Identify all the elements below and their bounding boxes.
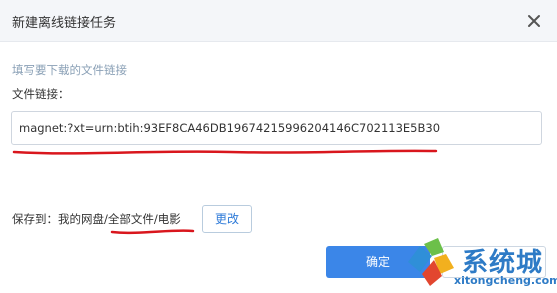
- link-hint: 填写要下载的文件链接: [12, 63, 127, 77]
- save-to-path: 我的网盘/全部文件/电影: [58, 212, 181, 226]
- dialog-title-bar: 新建离线链接任务: [0, 0, 557, 42]
- dialog-title: 新建离线链接任务: [12, 16, 117, 31]
- file-link-value: magnet:?xt=urn:btih:93EF8CA46DB196742159…: [19, 121, 441, 135]
- change-button[interactable]: 更改: [202, 205, 252, 233]
- save-to-row: 保存到：我的网盘/全部文件/电影: [12, 211, 181, 227]
- file-link-label: 文件链接：: [12, 87, 70, 101]
- save-to-label: 保存到：: [12, 212, 58, 226]
- file-link-input[interactable]: magnet:?xt=urn:btih:93EF8CA46DB196742159…: [11, 111, 542, 145]
- close-icon[interactable]: [525, 12, 543, 30]
- windows-logo-icon: [408, 238, 454, 286]
- watermark-url: xitongcheng.com: [454, 274, 557, 287]
